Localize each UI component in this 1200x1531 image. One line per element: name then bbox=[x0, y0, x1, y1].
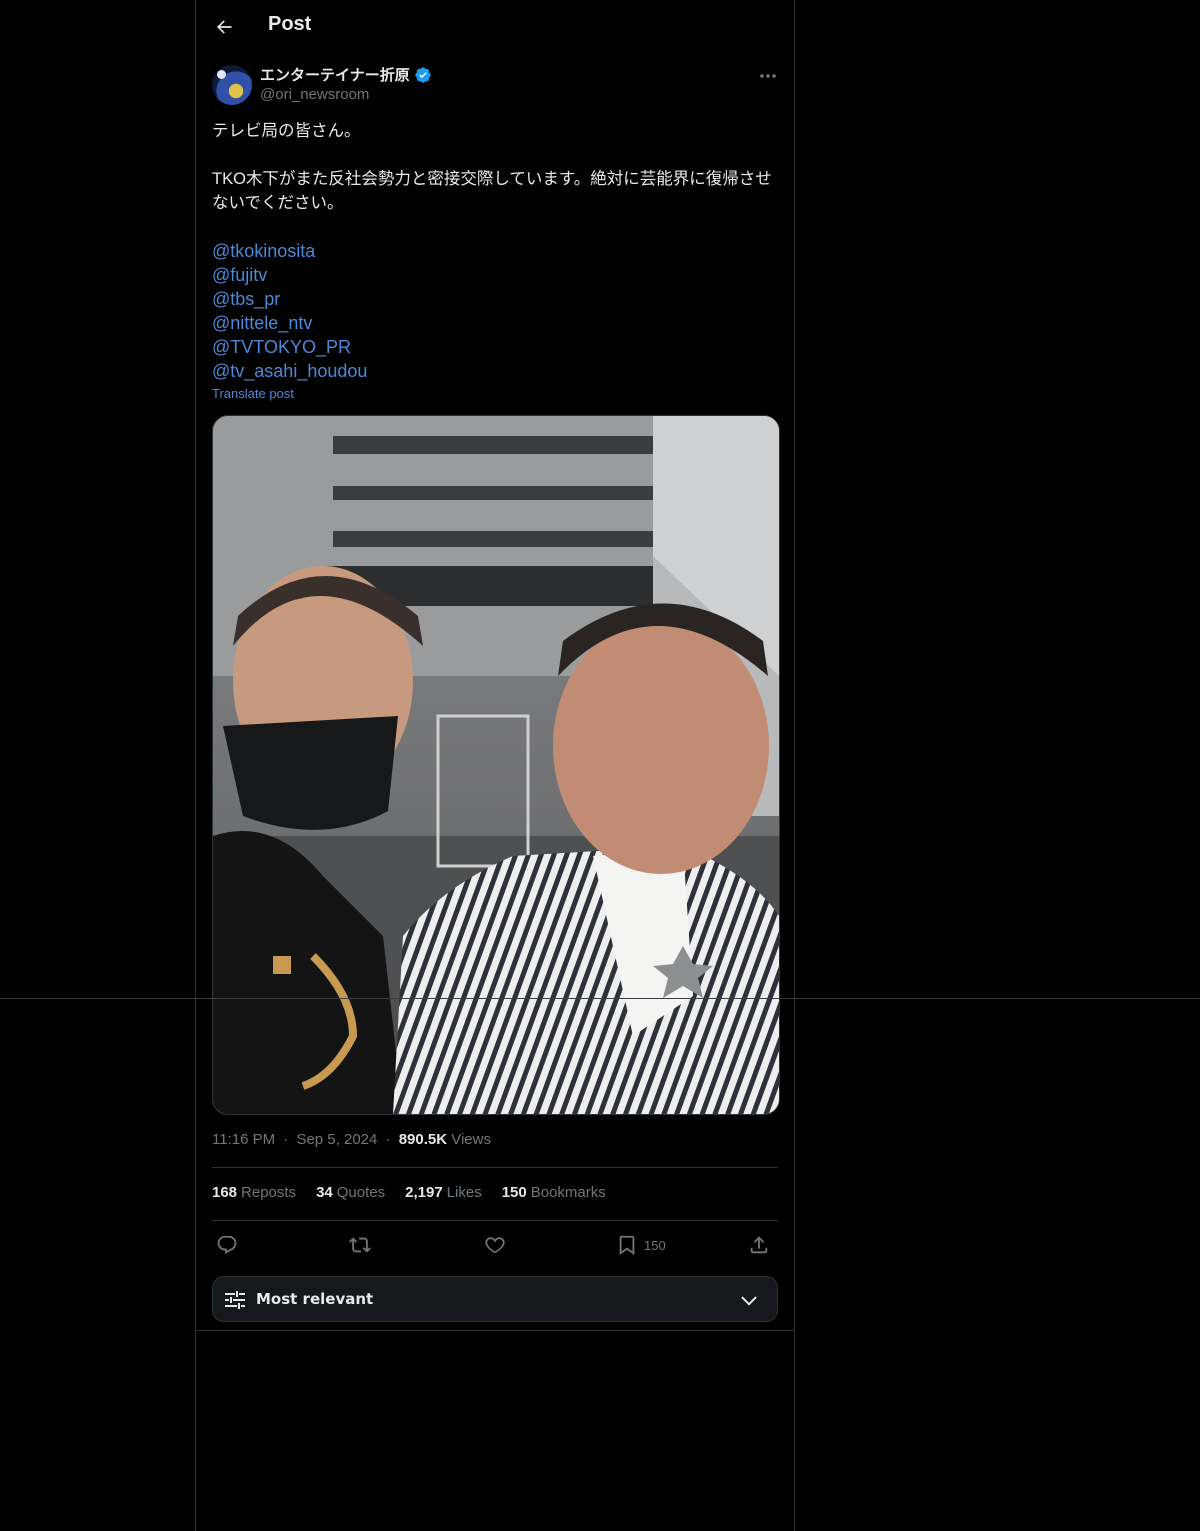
post-text: テレビ局の皆さん。 TKO木下がまた反社会勢力と密接交際しています。絶対に芸能界… bbox=[212, 119, 778, 383]
sort-replies-dropdown[interactable]: Most relevant bbox=[212, 1276, 778, 1322]
filter-sliders-icon bbox=[225, 1291, 245, 1309]
share-icon bbox=[750, 1236, 768, 1254]
divider bbox=[212, 1167, 778, 1168]
main-column: Post エンターテイナー折原 @ori_newsroom テレビ局の皆さん。 … bbox=[195, 0, 795, 1531]
meta-separator: · bbox=[283, 1131, 289, 1148]
post-paragraph: テレビ局の皆さん。 bbox=[212, 122, 361, 140]
sort-label: Most relevant bbox=[256, 1290, 374, 1308]
author-avatar[interactable] bbox=[212, 65, 252, 105]
back-arrow-icon bbox=[217, 20, 232, 34]
post-photo[interactable] bbox=[212, 415, 780, 1115]
bookmark-button[interactable]: 150 bbox=[616, 1231, 666, 1259]
mention-link[interactable]: @tbs_pr bbox=[212, 287, 778, 311]
action-bar: 150 bbox=[212, 1231, 778, 1259]
translate-post-link[interactable]: Translate post bbox=[212, 386, 294, 401]
views-count: 890.5K bbox=[398, 1131, 448, 1148]
repost-icon bbox=[349, 1237, 371, 1253]
reply-button[interactable] bbox=[216, 1231, 238, 1259]
divider bbox=[212, 1220, 778, 1221]
back-button[interactable] bbox=[210, 13, 238, 41]
chevron-down-icon bbox=[741, 1296, 757, 1306]
divider bbox=[196, 1330, 794, 1331]
author-name-row[interactable]: エンターテイナー折原 bbox=[260, 64, 432, 85]
more-options-button[interactable] bbox=[757, 66, 779, 86]
share-button[interactable] bbox=[748, 1231, 770, 1259]
bookmarks-stat[interactable]: 150 Bookmarks bbox=[502, 1184, 606, 1201]
reply-icon bbox=[217, 1235, 237, 1254]
repost-button[interactable] bbox=[349, 1231, 371, 1259]
meta-separator: · bbox=[385, 1131, 391, 1148]
mention-link[interactable]: @tkokinosita bbox=[212, 239, 778, 263]
post-meta: 11:16 PM · Sep 5, 2024 · 890.5K Views bbox=[212, 1131, 491, 1148]
bookmark-count: 150 bbox=[644, 1237, 666, 1253]
verified-badge-icon bbox=[415, 66, 431, 83]
post-time[interactable]: 11:16 PM bbox=[212, 1131, 275, 1148]
mention-link[interactable]: @nittele_ntv bbox=[212, 311, 778, 335]
views-label: Views bbox=[451, 1131, 491, 1148]
quotes-stat[interactable]: 34 Quotes bbox=[316, 1184, 385, 1201]
likes-stat[interactable]: 2,197 Likes bbox=[405, 1184, 482, 1201]
post-date[interactable]: Sep 5, 2024 bbox=[296, 1131, 377, 1148]
author-handle[interactable]: @ori_newsroom bbox=[260, 86, 369, 103]
post-paragraph: TKO木下がまた反社会勢力と密接交際しています。絶対に芸能界に復帰させないでくだ… bbox=[212, 170, 772, 212]
more-dots-icon bbox=[760, 74, 776, 78]
reposts-stat[interactable]: 168 Reposts bbox=[212, 1184, 296, 1201]
like-button[interactable] bbox=[484, 1231, 506, 1259]
page-title: Post bbox=[268, 13, 312, 35]
engagement-stats: 168 Reposts 34 Quotes 2,197 Likes 150 Bookma… bbox=[212, 1184, 606, 1201]
top-bar: Post bbox=[196, 0, 794, 54]
mention-link[interactable]: @tv_asahi_houdou bbox=[212, 359, 778, 383]
author-name[interactable]: エンターテイナー折原 bbox=[260, 64, 410, 85]
photo-illustration bbox=[213, 416, 779, 1114]
bookmark-icon bbox=[619, 1235, 635, 1256]
viewport-divider bbox=[0, 998, 1200, 999]
heart-icon bbox=[485, 1237, 505, 1254]
mention-link[interactable]: @TVTOKYO_PR bbox=[212, 335, 778, 359]
avatar-moon bbox=[217, 70, 226, 79]
mention-link[interactable]: @fujitv bbox=[212, 263, 778, 287]
